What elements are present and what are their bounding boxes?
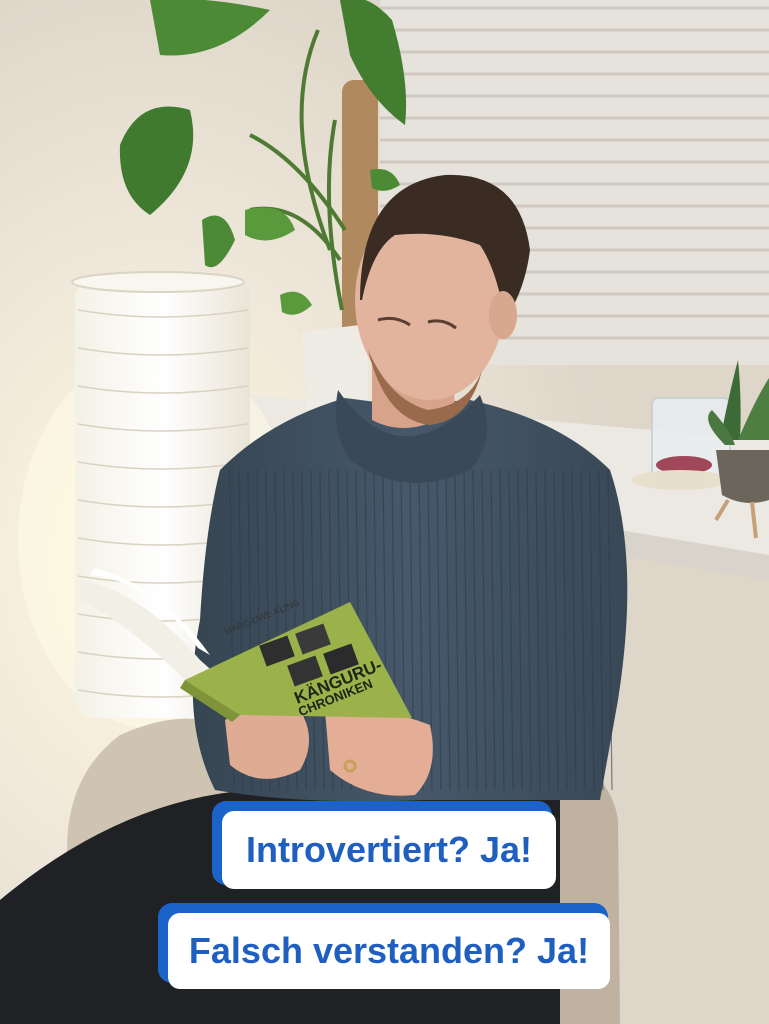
caption-falsch-verstanden: Falsch verstanden? Ja! (168, 913, 610, 989)
story-frame: MARC-UWE KLING KÄNGURU- CHRONIKEN Introv… (0, 0, 769, 1024)
caption-introvertiert: Introvertiert? Ja! (222, 811, 556, 889)
